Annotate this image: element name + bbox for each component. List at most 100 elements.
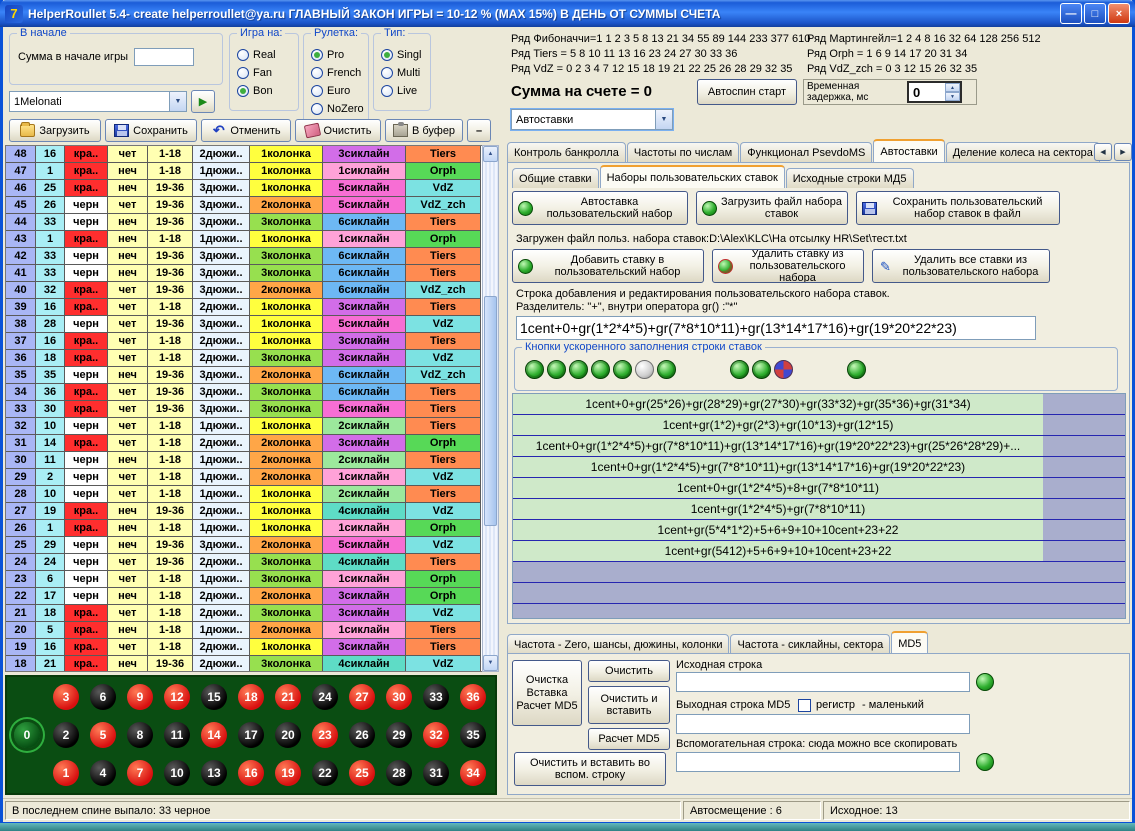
table-row[interactable]: 431кра..неч1-181дюжи..1колонка1сиклайнOr… <box>6 231 482 248</box>
table-row[interactable]: 3716кра..чет1-182дюжи..1колонка3сиклайнT… <box>6 333 482 350</box>
table-row[interactable]: 2118кра..чет1-182дюжи..3колонка3сиклайнV… <box>6 605 482 622</box>
table-row[interactable]: 4032кра..чет19-363дюжи..2колонка6сиклайн… <box>6 282 482 299</box>
scroll-up-icon[interactable]: ▲ <box>483 146 498 162</box>
radio-option[interactable]: Pro <box>311 48 368 62</box>
title-bar[interactable]: 7 HelperRoullet 5.4- create helperroulle… <box>0 0 1135 27</box>
table-row[interactable]: 1916кра..чет1-182дюжи..1колонка3сиклайнT… <box>6 639 482 656</box>
table-row[interactable]: 3535черннеч19-363дюжи..2колонка6сиклайнV… <box>6 367 482 384</box>
toolbar-button[interactable]: Загрузить <box>9 119 101 142</box>
play-button[interactable]: ▶ <box>191 90 215 113</box>
tab-item[interactable]: Деление колеса на сектора <box>946 142 1100 162</box>
bet-chip-icon[interactable] <box>730 360 749 379</box>
toolbar-button[interactable]: В буфер <box>385 119 463 142</box>
toolbar-button[interactable]: Сохранить <box>105 119 197 142</box>
tab-item[interactable]: Исходные строки МД5 <box>786 168 914 188</box>
radio-option[interactable]: Real <box>237 48 298 62</box>
board-number-6[interactable]: 6 <box>90 684 116 710</box>
board-number-18[interactable]: 18 <box>238 684 264 710</box>
scrollbar-thumb[interactable] <box>484 296 497 526</box>
board-number-30[interactable]: 30 <box>386 684 412 710</box>
delay-spinner[interactable]: 0 ▲ ▼ <box>907 81 962 103</box>
tab-item[interactable]: Контроль банкролла <box>507 142 626 162</box>
panel-button[interactable]: Сохранить пользовательский набор ставок … <box>856 191 1060 225</box>
board-number-29[interactable]: 29 <box>386 722 412 748</box>
start-sum-input[interactable] <box>134 48 194 66</box>
tab-item[interactable]: Общие ставки <box>512 168 599 188</box>
md5-aux-input[interactable] <box>676 752 960 772</box>
md5-clear-paste-calc-button[interactable]: Очистка Вставка Расчет MD5 <box>512 660 582 726</box>
board-number-7[interactable]: 7 <box>127 760 153 786</box>
toolbar-button[interactable]: ↶Отменить <box>201 119 291 142</box>
tabs-scroll-right-icon[interactable]: ▶ <box>1114 143 1132 161</box>
list-item[interactable]: 1cent+gr(5412)+5+6+9+10+10cent+23+22 <box>513 541 1125 562</box>
board-number-32[interactable]: 32 <box>423 722 449 748</box>
board-number-25[interactable]: 25 <box>349 760 375 786</box>
radio-option[interactable]: Multi <box>381 66 430 80</box>
table-row[interactable]: 3436кра..чет19-363дюжи..3колонка6сиклайн… <box>6 384 482 401</box>
board-number-17[interactable]: 17 <box>238 722 264 748</box>
radio-option[interactable]: Bon <box>237 84 298 98</box>
bet-chip-icon[interactable] <box>613 360 632 379</box>
radio-option[interactable]: Singl <box>381 48 430 62</box>
bet-chip-icon[interactable] <box>657 360 676 379</box>
list-item[interactable]: 1cent+0+gr(1*2*4*5)+gr(7*8*10*11)+gr(13*… <box>513 457 1125 478</box>
table-row[interactable]: 4526чернчет19-363дюжи..2колонка5сиклайнV… <box>6 197 482 214</box>
radio-option[interactable]: Fan <box>237 66 298 80</box>
bet-chip-icon[interactable] <box>635 360 654 379</box>
maximize-button[interactable]: □ <box>1084 3 1106 24</box>
tab-item[interactable]: Функционал PsevdoMS <box>740 142 872 162</box>
board-number-34[interactable]: 34 <box>460 760 486 786</box>
minimize-button[interactable]: — <box>1060 3 1082 24</box>
radio-option[interactable]: French <box>311 66 368 80</box>
table-row[interactable]: 471кра..неч1-181дюжи..1колонка1сиклайнOr… <box>6 163 482 180</box>
panel-button[interactable]: Автоставка пользовательский набор <box>512 191 688 225</box>
spin-up-icon[interactable]: ▲ <box>945 83 960 92</box>
radio-option[interactable]: NoZero <box>311 102 368 116</box>
table-row[interactable]: 236чернчет1-181дюжи..3колонка1сиклайнOrp… <box>6 571 482 588</box>
table-row[interactable]: 2810чернчет1-181дюжи..1колонка2сиклайнTi… <box>6 486 482 503</box>
table-row[interactable]: 205кра..неч1-181дюжи..2колонка1сиклайнTi… <box>6 622 482 639</box>
bet-chip-icon[interactable] <box>752 360 771 379</box>
bet-chip-icon[interactable] <box>774 360 793 379</box>
board-number-16[interactable]: 16 <box>238 760 264 786</box>
board-number-8[interactable]: 8 <box>127 722 153 748</box>
list-item[interactable]: 1cent+0+gr(1*2*4*5)+8+gr(7*8*10*11) <box>513 478 1125 499</box>
board-number-27[interactable]: 27 <box>349 684 375 710</box>
md5-clear-button[interactable]: Очистить <box>588 660 670 682</box>
tab-item[interactable]: Частоты по числам <box>627 142 739 162</box>
table-row[interactable]: 3618кра..чет1-182дюжи..3колонка3сиклайнV… <box>6 350 482 367</box>
panel-button[interactable]: ✎Удалить все ставки из пользовательского… <box>872 249 1050 283</box>
toolbar-button[interactable]: Очистить <box>295 119 381 142</box>
md5-clear-paste-aux-button[interactable]: Очистить и вставить во вспом. строку <box>514 752 666 786</box>
board-number-2[interactable]: 2 <box>53 722 79 748</box>
list-item[interactable]: 1cent+0+gr(25*26)+gr(28*29)+gr(27*30)+gr… <box>513 394 1125 415</box>
radio-option[interactable]: Euro <box>311 84 368 98</box>
board-number-13[interactable]: 13 <box>201 760 227 786</box>
table-row[interactable]: 3210чернчет1-181дюжи..1колонка2сиклайнTi… <box>6 418 482 435</box>
table-row[interactable]: 2719кра..неч19-362дюжи..1колонка4сиклайн… <box>6 503 482 520</box>
board-number-5[interactable]: 5 <box>90 722 116 748</box>
table-row[interactable]: 4433черннеч19-363дюжи..3колонка6сиклайнT… <box>6 214 482 231</box>
table-row[interactable]: 3828чернчет19-363дюжи..1колонка5сиклайнV… <box>6 316 482 333</box>
table-row[interactable]: 4625кра..неч19-363дюжи..1колонка5сиклайн… <box>6 180 482 197</box>
spin-down-icon[interactable]: ▼ <box>945 92 960 101</box>
table-row[interactable]: 4133черннеч19-363дюжи..3колонка6сиклайнT… <box>6 265 482 282</box>
board-number-9[interactable]: 9 <box>127 684 153 710</box>
radio-option[interactable]: Live <box>381 84 430 98</box>
board-number-31[interactable]: 31 <box>423 760 449 786</box>
board-number-20[interactable]: 20 <box>275 722 301 748</box>
board-number-15[interactable]: 15 <box>201 684 227 710</box>
md5-source-input[interactable] <box>676 672 970 692</box>
board-number-11[interactable]: 11 <box>164 722 190 748</box>
table-scrollbar[interactable]: ▲ ▼ <box>482 145 499 672</box>
table-row[interactable]: 2217черннеч1-182дюжи..2колонка3сиклайнOr… <box>6 588 482 605</box>
table-row[interactable]: 3114кра..чет1-182дюжи..2колонка3сиклайнO… <box>6 435 482 452</box>
board-number-14[interactable]: 14 <box>201 722 227 748</box>
board-number-10[interactable]: 10 <box>164 760 190 786</box>
board-number-1[interactable]: 1 <box>53 760 79 786</box>
board-number-28[interactable]: 28 <box>386 760 412 786</box>
collapse-button[interactable]: – <box>467 119 491 142</box>
table-row[interactable]: 292чернчет1-181дюжи..2колонка1сиклайнVdZ <box>6 469 482 486</box>
board-number-33[interactable]: 33 <box>423 684 449 710</box>
board-number-21[interactable]: 21 <box>275 684 301 710</box>
